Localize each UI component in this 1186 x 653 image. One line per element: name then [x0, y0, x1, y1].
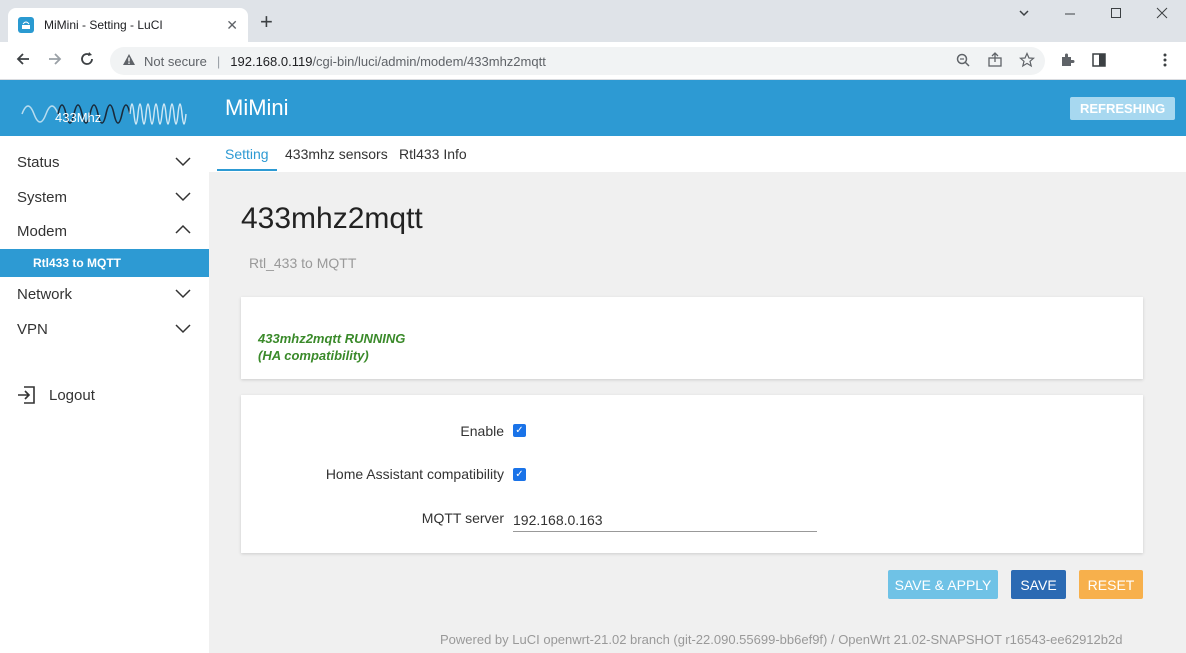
- refreshing-indicator[interactable]: REFRESHING: [1070, 97, 1176, 120]
- sidebar-item-system[interactable]: System: [0, 180, 209, 214]
- mqtt-server-label: MQTT server: [421, 510, 504, 526]
- sidebar-item-label: System: [17, 188, 68, 206]
- share-icon[interactable]: [987, 52, 1003, 71]
- status-ha-compat: (HA compatibility): [258, 348, 369, 363]
- logout-label: Logout: [49, 386, 95, 404]
- sidebar-item-label: Status: [17, 153, 60, 171]
- tab-bar: Setting 433mhz sensors Rtl433 Info: [209, 136, 1186, 172]
- tab-title: MiMini - Setting - LuCI: [44, 18, 163, 32]
- sidebar: Status System Modem Rtl433 to MQTT Netwo…: [0, 136, 209, 653]
- close-window-icon[interactable]: [1156, 6, 1168, 23]
- browser-tab[interactable]: MiMini - Setting - LuCI ✕: [8, 8, 248, 42]
- address-toolbar: Not secure | 192.168.0.119 /cgi-bin/luci…: [0, 42, 1186, 80]
- enable-label: Enable: [460, 423, 504, 439]
- sidebar-item-network[interactable]: Network: [0, 277, 209, 311]
- security-label[interactable]: Not secure: [144, 54, 207, 69]
- sidebar-item-label: Modem: [17, 222, 68, 240]
- tab-rtl433-info[interactable]: Rtl433 Info: [399, 146, 467, 162]
- star-icon[interactable]: [1018, 52, 1036, 71]
- chevron-down-icon: [175, 157, 191, 167]
- url-path: /cgi-bin/luci/admin/modem/433mhz2mqtt: [312, 53, 546, 69]
- main-content: Setting 433mhz sensors Rtl433 Info 433mh…: [209, 136, 1186, 653]
- tab-433mhz-sensors[interactable]: 433mhz sensors: [285, 146, 388, 162]
- logout-icon: [18, 386, 35, 404]
- enable-checkbox[interactable]: ✓: [513, 424, 526, 437]
- sidebar-item-status[interactable]: Status: [0, 145, 209, 179]
- address-separator: |: [216, 53, 221, 69]
- tab-close-icon[interactable]: ✕: [226, 17, 238, 34]
- sidebar-item-vpn[interactable]: VPN: [0, 312, 209, 346]
- sidebar-subitem-rtl433[interactable]: Rtl433 to MQTT: [0, 249, 209, 277]
- forward-icon[interactable]: [46, 50, 64, 73]
- save-button[interactable]: SAVE: [1011, 570, 1066, 599]
- settings-form: Enable ✓ Home Assistant compatibility ✓ …: [241, 395, 1143, 553]
- address-bar[interactable]: Not secure | 192.168.0.119 /cgi-bin/luci…: [110, 47, 1045, 75]
- zoom-icon[interactable]: [955, 52, 971, 71]
- page-title: 433mhz2mqtt: [241, 202, 423, 235]
- sidebar-item-label: VPN: [17, 320, 48, 338]
- sidebar-item-modem[interactable]: Modem: [0, 214, 209, 248]
- ha-compat-checkbox[interactable]: ✓: [513, 468, 526, 481]
- footer-text: Powered by LuCI openwrt-21.02 branch (gi…: [440, 632, 1123, 647]
- active-tab-indicator: [217, 169, 277, 171]
- sidebar-item-label: Network: [17, 285, 73, 303]
- chevron-up-icon: [175, 224, 191, 234]
- warning-icon[interactable]: [122, 53, 136, 69]
- logo-wave-icon: [21, 103, 187, 125]
- maximize-icon[interactable]: [1110, 6, 1122, 23]
- browser-tab-strip: MiMini - Setting - LuCI ✕ +: [0, 0, 1186, 42]
- brand-title[interactable]: MiMini: [225, 95, 289, 121]
- tab-search-icon[interactable]: [1018, 6, 1030, 23]
- extensions-icon[interactable]: [1059, 52, 1075, 71]
- sidepanel-icon[interactable]: [1091, 52, 1107, 71]
- favicon-icon: [18, 17, 34, 33]
- status-panel: 433mhz2mqtt RUNNING (HA compatibility): [241, 297, 1143, 379]
- chevron-down-icon: [175, 289, 191, 299]
- back-icon[interactable]: [14, 50, 32, 73]
- mqtt-server-input[interactable]: [513, 508, 817, 532]
- url-host: 192.168.0.119: [230, 53, 313, 69]
- page-description: Rtl_433 to MQTT: [249, 255, 357, 271]
- logo-text: 433Mhz: [55, 110, 102, 125]
- menu-icon[interactable]: [1157, 52, 1173, 71]
- save-apply-button[interactable]: SAVE & APPLY: [888, 570, 998, 599]
- status-running: 433mhz2mqtt RUNNING: [258, 331, 406, 346]
- luci-header: 433Mhz MiMini REFRESHING: [0, 80, 1186, 136]
- chevron-down-icon: [175, 192, 191, 202]
- minimize-icon[interactable]: [1064, 6, 1076, 23]
- reset-button[interactable]: RESET: [1079, 570, 1143, 599]
- ha-compat-label: Home Assistant compatibility: [325, 466, 504, 482]
- tab-setting[interactable]: Setting: [225, 146, 269, 162]
- chevron-down-icon: [175, 324, 191, 334]
- new-tab-button[interactable]: +: [260, 11, 273, 33]
- logout-button[interactable]: Logout: [17, 386, 95, 404]
- reload-icon[interactable]: [78, 50, 96, 73]
